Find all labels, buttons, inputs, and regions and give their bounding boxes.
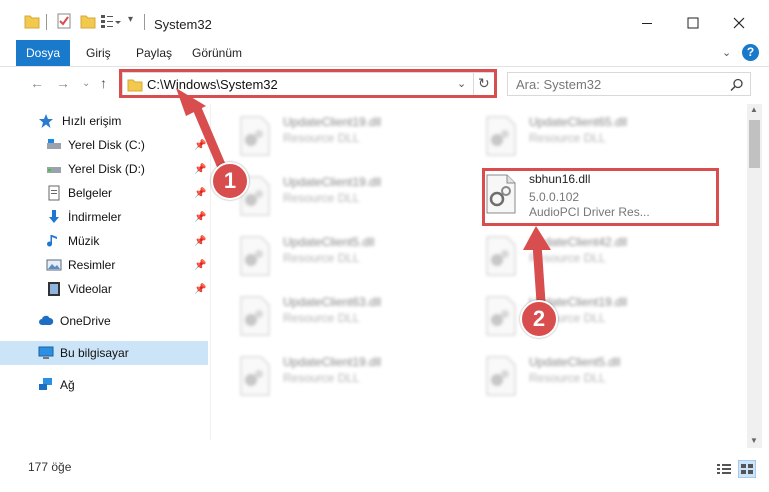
dll-file-icon: [486, 356, 516, 396]
customize-toolbar-icon[interactable]: [100, 12, 122, 30]
pin-icon[interactable]: 📌: [194, 188, 206, 199]
drive-icon: [47, 139, 61, 149]
pin-icon[interactable]: 📌: [194, 212, 206, 223]
star-icon: [39, 114, 53, 128]
scroll-down-icon[interactable]: ▼: [750, 436, 758, 445]
tab-share[interactable]: Paylaş: [136, 46, 172, 60]
sidebar-item-onedrive[interactable]: OneDrive: [0, 309, 208, 333]
dll-file-icon: [486, 296, 516, 336]
sidebar-item-this-pc[interactable]: Bu bilgisayar: [0, 341, 208, 365]
sidebar-item-music[interactable]: Müzik 📌: [0, 229, 208, 253]
pictures-icon: [46, 259, 62, 271]
window-title: System32: [154, 17, 212, 32]
file-tile[interactable]: UpdateClient5.dll Resource DLL: [211, 228, 441, 276]
file-tile[interactable]: UpdateClient63.dll Resource DLL: [211, 288, 441, 336]
pin-icon[interactable]: 📌: [194, 140, 206, 151]
minimize-icon[interactable]: [634, 10, 660, 36]
step-badge-1: 1: [211, 162, 249, 200]
cloud-icon: [39, 315, 54, 325]
separator: [144, 14, 145, 30]
new-folder-icon[interactable]: [80, 12, 96, 30]
dll-file-icon: [240, 236, 270, 276]
pin-icon[interactable]: 📌: [194, 236, 206, 247]
sidebar-item-local-disk-c[interactable]: Yerel Disk (C:) 📌: [0, 133, 208, 157]
search-input[interactable]: Ara: System32: [507, 72, 751, 96]
scroll-up-icon[interactable]: ▲: [750, 105, 758, 114]
pin-icon[interactable]: 📌: [194, 164, 206, 175]
sidebar-item-local-disk-d[interactable]: Yerel Disk (D:) 📌: [0, 157, 208, 181]
navigation-bar: ← → ⌄ ↑ C:\Windows\System32 ⌄ ↻ Ara: Sys…: [0, 67, 769, 101]
file-tile[interactable]: UpdateClient65.dll Resource DLL: [457, 108, 687, 156]
computer-icon: [38, 346, 54, 359]
sidebar-item-videos[interactable]: Videolar 📌: [0, 277, 208, 301]
file-highlight: [482, 168, 719, 226]
item-count: 177 öğe: [28, 460, 72, 474]
ribbon: Dosya Giriş Paylaş Görünüm ⌄ ?: [0, 40, 769, 67]
file-tile[interactable]: UpdateClient19.dll Resource DLL: [457, 288, 687, 336]
search-placeholder: Ara: System32: [516, 77, 602, 92]
chevron-down-icon[interactable]: ⌄: [722, 46, 731, 59]
download-icon: [49, 210, 59, 223]
close-icon[interactable]: [726, 10, 752, 36]
dll-file-icon: [486, 236, 516, 276]
sidebar-item-network[interactable]: Ağ: [0, 373, 208, 397]
sidebar-item-downloads[interactable]: İndirmeler 📌: [0, 205, 208, 229]
sidebar-item-documents[interactable]: Belgeler 📌: [0, 181, 208, 205]
dll-file-icon: [240, 356, 270, 396]
scrollbar-thumb[interactable]: [749, 120, 760, 168]
tab-view[interactable]: Görünüm: [192, 46, 242, 60]
maximize-icon[interactable]: [680, 10, 706, 36]
up-icon[interactable]: ↑: [100, 75, 107, 91]
navigation-pane: Hızlı erişim Yerel Disk (C:) 📌 Yerel Dis…: [0, 104, 211, 440]
drive-icon: [47, 167, 61, 173]
pin-icon[interactable]: 📌: [194, 284, 206, 295]
tab-file[interactable]: Dosya: [16, 40, 70, 66]
forward-icon[interactable]: →: [56, 75, 70, 91]
videos-icon: [48, 282, 60, 296]
address-highlight: [119, 69, 497, 98]
properties-icon[interactable]: [56, 12, 72, 30]
file-tile[interactable]: UpdateClient42.dll Resource DLL: [457, 228, 687, 276]
tab-home[interactable]: Giriş: [86, 46, 111, 60]
back-icon[interactable]: ←: [30, 75, 44, 91]
recent-locations-icon[interactable]: ⌄: [82, 78, 90, 89]
pin-icon[interactable]: 📌: [194, 260, 206, 271]
sidebar-item-pictures[interactable]: Resimler 📌: [0, 253, 208, 277]
network-icon: [39, 378, 52, 390]
help-icon[interactable]: ?: [742, 44, 759, 61]
file-tile[interactable]: UpdateClient5.dll Resource DLL: [457, 348, 687, 396]
sidebar-item-quick-access[interactable]: Hızlı erişim: [0, 109, 208, 133]
file-tile[interactable]: UpdateClient19.dll Resource DLL: [211, 348, 441, 396]
search-icon[interactable]: [730, 78, 744, 92]
step-badge-2: 2: [520, 300, 558, 338]
dll-file-icon: [486, 116, 516, 156]
folder-icon: [24, 15, 40, 29]
large-icons-view-icon[interactable]: [738, 460, 756, 478]
details-view-icon[interactable]: [716, 462, 732, 476]
status-bar: 177 öğe: [0, 450, 769, 492]
dll-file-icon: [240, 116, 270, 156]
music-icon: [47, 235, 57, 247]
separator: [46, 14, 47, 30]
vertical-scrollbar[interactable]: ▲ ▼: [747, 104, 762, 448]
documents-icon: [48, 185, 60, 201]
file-tile[interactable]: UpdateClient19.dll Resource DLL: [211, 108, 441, 156]
quick-access-dropdown-icon[interactable]: ▾: [128, 14, 133, 32]
dll-file-icon: [240, 296, 270, 336]
title-bar: ▾ System32: [0, 0, 769, 40]
